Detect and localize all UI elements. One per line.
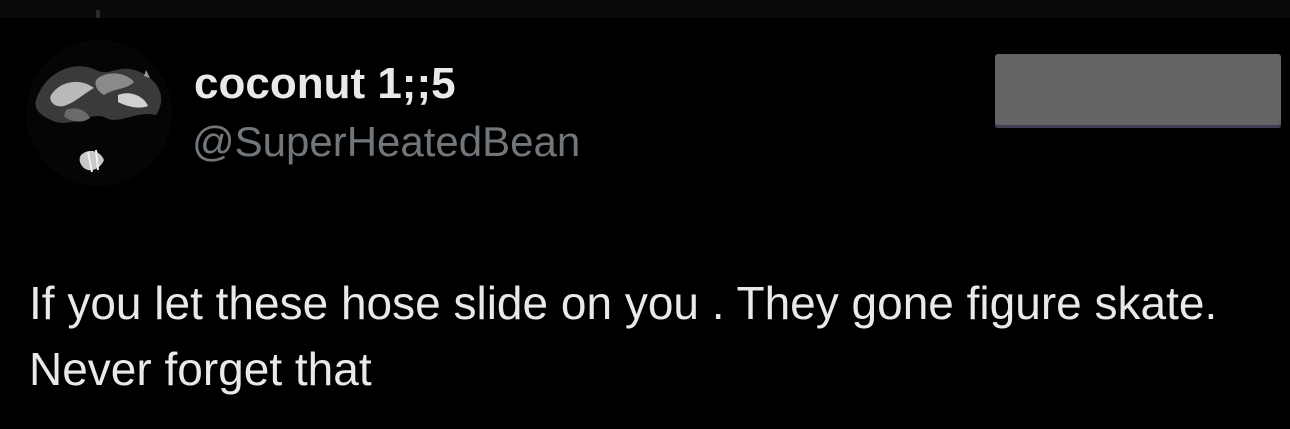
display-name[interactable]: coconut 1;;5 (194, 58, 456, 110)
user-handle[interactable]: @SuperHeatedBean (192, 116, 580, 168)
tweet-text: If you let these hose slide on you . The… (29, 277, 1218, 395)
top-bar-tick (96, 10, 100, 18)
avatar-image (26, 40, 172, 186)
top-bar (0, 0, 1290, 18)
avatar[interactable] (26, 40, 172, 186)
redacted-block (995, 54, 1281, 128)
